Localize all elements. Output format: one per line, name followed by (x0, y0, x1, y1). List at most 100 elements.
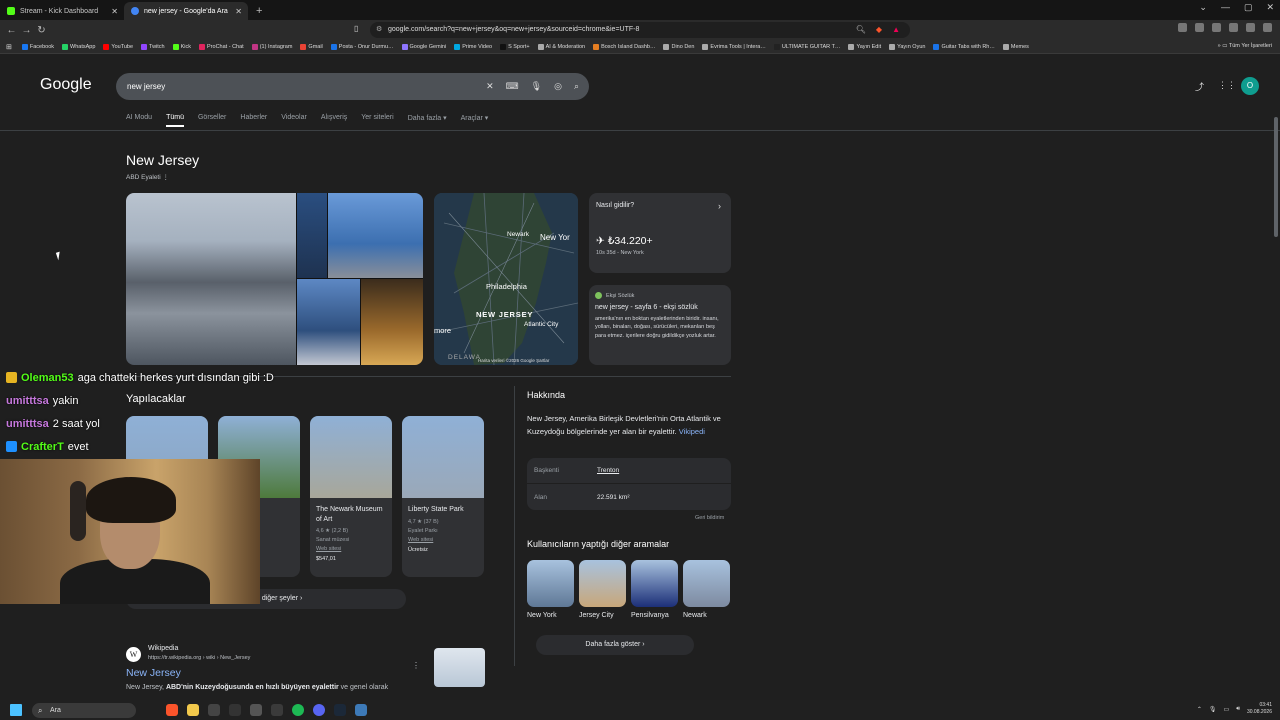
google-logo[interactable]: Google (40, 76, 92, 94)
bookmark-item[interactable]: Guitar Tabs with Rh… (933, 43, 995, 50)
bookmark-icon[interactable]: ▯ (354, 24, 358, 33)
related-search-item[interactable]: Jersey City (579, 560, 626, 619)
place-website[interactable]: Web sitesi (402, 534, 484, 543)
tab-ai-mode[interactable]: AI Modu (126, 114, 152, 127)
search-icon[interactable]: ⌕ (574, 73, 579, 100)
fact-value[interactable]: Trenton (597, 467, 619, 474)
feedback-link[interactable]: Geri bildirim (695, 515, 724, 521)
bookmark-item[interactable]: Yayın Oyun (889, 43, 925, 50)
folder-icon[interactable] (187, 704, 199, 716)
bookmark-item[interactable]: ULTIMATE GUITAR T… (773, 43, 840, 50)
bookmark-item[interactable]: S Sport+ (500, 43, 530, 50)
more-options-icon[interactable]: ⋮ (412, 661, 420, 670)
related-search-item[interactable]: Newark (683, 560, 730, 619)
todo-place-card[interactable]: Liberty State Park 4,7 ★ (37 B) Eyalet Par… (402, 416, 484, 577)
mic-icon[interactable]: 🎙︎ (1209, 706, 1217, 713)
photo-gallery[interactable] (126, 193, 423, 365)
mic-icon[interactable]: 🎙︎ (531, 73, 542, 100)
photo[interactable] (297, 193, 327, 278)
show-more-button[interactable]: Daha fazla göster › (536, 635, 694, 655)
bookmark-item[interactable]: Kick (172, 43, 191, 50)
close-window-button[interactable]: ✕ (1266, 2, 1274, 13)
app-icon[interactable] (355, 704, 367, 716)
all-bookmarks[interactable]: » ▭ Tüm Yer İşaretleri (1218, 43, 1272, 49)
wallet-icon[interactable] (1212, 23, 1221, 32)
extension-icon[interactable] (1178, 23, 1187, 32)
bookmark-item[interactable]: YouTube (103, 43, 133, 50)
bookmark-item[interactable]: Facebook (21, 43, 54, 50)
map-thumbnail[interactable]: Newark New Yor Philadelphia NEW JERSEY A… (434, 193, 578, 365)
place-website[interactable]: Web sitesi (310, 543, 392, 552)
search-input[interactable]: new jersey ✕ ⌨ 🎙︎ ◎ ⌕ (116, 73, 589, 100)
clock[interactable]: 03:41 30.08.2026 (1247, 702, 1272, 716)
photo[interactable] (361, 279, 423, 365)
wikipedia-link[interactable]: Vikipedi (679, 427, 705, 436)
scrollbar[interactable] (1274, 117, 1278, 237)
windows-start-icon[interactable] (10, 704, 22, 716)
bookmark-item[interactable]: Evrima Tools | Intera… (702, 43, 766, 50)
tab-news[interactable]: Haberler (240, 114, 267, 127)
forward-icon[interactable]: → (19, 25, 34, 36)
related-search-item[interactable]: Pensilvanya (631, 560, 678, 619)
tab-all[interactable]: Tümü (166, 114, 184, 127)
url-bar[interactable]: ⚙ google.com/search?q=new+jersey&oq=new+… (370, 22, 910, 38)
close-icon[interactable]: ✕ (235, 7, 242, 16)
clear-icon[interactable]: ✕ (486, 73, 494, 100)
notepad-icon[interactable] (208, 704, 220, 716)
tab-google-search[interactable]: new jersey - Google'da Ara ✕ (124, 2, 248, 20)
google-apps-icon[interactable]: ⋮⋮ (1218, 80, 1236, 91)
app-icon[interactable] (229, 704, 241, 716)
travel-card[interactable]: Nasıl gidilir? › ✈ ₺34.220+ 10s 35d - Ne… (589, 193, 731, 273)
tab-tools[interactable]: Araçlar ▾ (461, 114, 489, 127)
avatar[interactable]: O (1241, 77, 1259, 95)
bookmark-item[interactable]: WhatsApp (62, 43, 95, 50)
bookmark-item[interactable]: Google Gemini (401, 43, 446, 50)
tab-places[interactable]: Yer siteleri (361, 114, 393, 127)
brave-shield-icon[interactable]: ◆ (876, 22, 882, 38)
menu-icon[interactable] (1263, 23, 1272, 32)
tab-more[interactable]: Daha fazla ▾ (408, 114, 447, 127)
skyline-photo[interactable] (126, 193, 296, 365)
more-options-icon[interactable]: ⋮ (163, 174, 170, 181)
tab-images[interactable]: Görseller (198, 114, 226, 127)
bookmark-item[interactable]: (1) Instagram (251, 43, 292, 50)
tab-videos[interactable]: Videolar (281, 114, 307, 127)
photo[interactable] (328, 193, 423, 278)
zoom-icon[interactable]: 🔍︎ (856, 22, 866, 38)
site-info-icon[interactable]: ⚙ (376, 22, 382, 38)
lens-icon[interactable]: ◎ (554, 73, 562, 100)
share-icon[interactable]: ⤴ (1195, 80, 1204, 93)
bookmark-item[interactable]: Prime Video (454, 43, 492, 50)
steam-icon[interactable] (334, 704, 346, 716)
obs-icon[interactable] (250, 704, 262, 716)
bookmark-item[interactable]: Yayın Edit (848, 43, 881, 50)
spotify-icon[interactable] (292, 704, 304, 716)
maximize-button[interactable]: ▢ (1244, 2, 1253, 13)
eksi-card[interactable]: Ekşi Sözlük new jersey - sayfa 6 - ekşi … (589, 285, 731, 365)
rewards-icon[interactable]: ▲ (892, 22, 900, 38)
reload-icon[interactable]: ↻ (34, 25, 49, 36)
bookmark-item[interactable]: Dino Den (663, 43, 694, 50)
bookmark-item[interactable]: ProChat - Chat (199, 43, 244, 50)
leo-icon[interactable] (1229, 23, 1238, 32)
bookmark-item[interactable]: AI & Moderation (537, 43, 585, 50)
tray-chevron-icon[interactable]: ⌃ (1197, 706, 1202, 713)
result-title[interactable]: New Jersey (126, 667, 181, 679)
tab-shopping[interactable]: Alışveriş (321, 114, 347, 127)
tab-search-icon[interactable]: ⌄ (1199, 2, 1207, 13)
result-thumbnail[interactable] (434, 648, 485, 687)
bookmark-item[interactable]: Memes (1002, 43, 1029, 50)
close-icon[interactable]: ✕ (111, 7, 118, 16)
bookmark-item[interactable]: Twitch (141, 43, 165, 50)
bookmark-item[interactable]: Bosch Island Dashb… (593, 43, 655, 50)
apps-grid-icon[interactable]: ⊞ (6, 43, 12, 51)
tab-kick-dashboard[interactable]: Stream - Kick Dashboard ✕ (0, 2, 124, 20)
app-icon[interactable] (271, 704, 283, 716)
minimize-button[interactable]: — (1221, 2, 1230, 13)
related-search-item[interactable]: New York (527, 560, 574, 619)
todo-place-card[interactable]: The Newark Museum of Art 4,6 ★ (2,2 B) San… (310, 416, 392, 577)
network-icon[interactable]: ▭ (1224, 706, 1230, 713)
sidebar-icon[interactable] (1195, 23, 1204, 32)
vpn-icon[interactable] (1246, 23, 1255, 32)
taskbar-search[interactable]: ⌕ Ara (32, 702, 136, 718)
